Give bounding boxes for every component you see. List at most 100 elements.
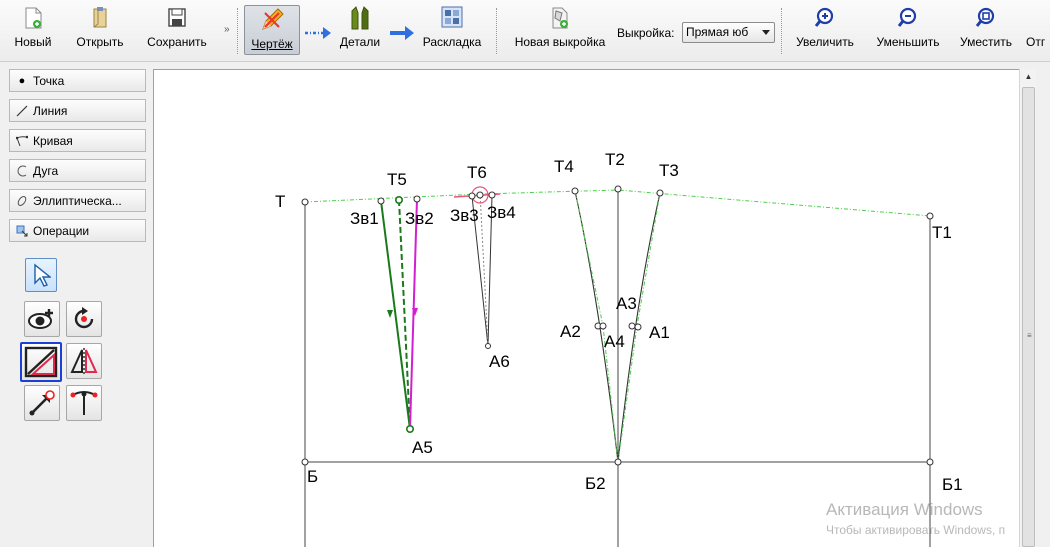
new-file-icon xyxy=(20,4,46,32)
seamly-app-window: Новый Открыть Сохранить » Чертёж Детали … xyxy=(0,0,1050,547)
zoom-out-button[interactable]: Уменьшить xyxy=(868,4,948,56)
point-T1[interactable] xyxy=(926,212,934,220)
point-A6[interactable] xyxy=(485,343,491,349)
union-tool[interactable] xyxy=(24,301,60,337)
windows-activation-watermark: Активация Windows Чтобы активировать Win… xyxy=(826,500,1005,537)
line-icon xyxy=(16,105,28,117)
details-mode-button[interactable]: Детали xyxy=(334,4,386,56)
flow-arrow-icon xyxy=(390,26,414,40)
curve-icon xyxy=(16,135,28,147)
pointer-tool[interactable] xyxy=(25,258,57,292)
layout-sheet-icon xyxy=(439,4,465,32)
label-Zv4: Зв4 xyxy=(487,203,516,222)
toolbar-overflow-chevron[interactable]: » xyxy=(224,24,230,35)
point-Zv1[interactable] xyxy=(377,197,385,205)
label-A1: А1 xyxy=(649,323,670,342)
point-Zv2[interactable] xyxy=(413,195,421,203)
new-pattern-button[interactable]: Новая выкройка xyxy=(508,4,612,56)
tool-group-line[interactable]: Линия xyxy=(9,99,146,122)
details-garment-icon xyxy=(347,4,373,32)
tool-group-label: Линия xyxy=(33,103,68,118)
mirror-axis-icon xyxy=(70,348,98,374)
zoom-out-label: Уменьшить xyxy=(876,35,940,49)
chevron-down-icon xyxy=(762,30,770,35)
tool-group-arc[interactable]: Дуга xyxy=(9,159,146,182)
open-folder-icon xyxy=(87,4,113,32)
draft-label: Чертёж xyxy=(251,37,293,51)
point-A1[interactable] xyxy=(634,323,642,331)
open-label: Открыть xyxy=(76,35,124,49)
new-button[interactable]: Новый xyxy=(4,4,62,56)
toolbar-icon xyxy=(1026,4,1050,32)
point-A3[interactable] xyxy=(628,322,636,330)
dart-leg-left xyxy=(380,200,411,430)
flow-arrow-icon xyxy=(305,27,331,39)
label-A4: А4 xyxy=(604,332,625,351)
flipping-by-axis-tool[interactable] xyxy=(66,343,102,379)
open-button[interactable]: Открыть xyxy=(66,4,134,56)
label-Zv2: Зв2 xyxy=(405,209,434,228)
zoom-in-icon xyxy=(812,4,838,32)
point-B1[interactable] xyxy=(926,458,934,466)
cut-button[interactable]: Отг xyxy=(1026,4,1050,56)
point-T[interactable] xyxy=(301,198,309,206)
tools-panel: ● Точка Линия Кривая Дуга Эллиптическа..… xyxy=(0,62,153,547)
move-tool[interactable] xyxy=(24,385,60,421)
drawing-canvas[interactable]: Т Т1 Т2 Т3 Т4 Т5 Т6 Зв1 Зв2 Зв3 Зв4 А1 А… xyxy=(153,69,1019,547)
zoom-in-button[interactable]: Увеличить xyxy=(789,4,861,56)
layout-label: Раскладка xyxy=(422,35,482,49)
pattern-select[interactable]: Прямая юб xyxy=(682,22,775,43)
scrollbar-thumb[interactable]: ≡ xyxy=(1022,87,1035,547)
zoom-out-icon xyxy=(895,4,921,32)
tool-group-label: Точка xyxy=(33,73,65,88)
save-label: Сохранить xyxy=(147,35,207,49)
point-A5[interactable] xyxy=(406,424,415,433)
point-B[interactable] xyxy=(301,458,309,466)
tool-group-operations[interactable]: Операции xyxy=(9,219,146,242)
zoom-fit-icon xyxy=(973,4,999,32)
point-B2[interactable] xyxy=(614,458,622,466)
cursor-arrow-icon xyxy=(34,263,51,287)
move-arrow-icon xyxy=(29,390,55,416)
rotation-tool[interactable] xyxy=(66,301,102,337)
point-Zv3[interactable] xyxy=(468,192,476,200)
tool-group-label: Дуга xyxy=(33,163,59,178)
label-T4: Т4 xyxy=(554,157,574,176)
main-toolbar: Новый Открыть Сохранить » Чертёж Детали … xyxy=(0,0,1050,62)
point-T4[interactable] xyxy=(571,187,579,195)
label-Zv3: Зв3 xyxy=(450,206,479,225)
point-T5[interactable] xyxy=(395,196,404,205)
point-T3[interactable] xyxy=(656,189,664,197)
true-darts-tool[interactable] xyxy=(66,385,102,421)
new-label: Новый xyxy=(14,35,52,49)
eye-plus-icon xyxy=(28,309,53,329)
mirror-line-icon xyxy=(24,346,58,378)
cut-label: Отг xyxy=(1026,35,1046,49)
tool-group-elliptic-arc[interactable]: Эллиптическа... xyxy=(9,189,146,212)
watermark-subtitle: Чтобы активировать Windows, п xyxy=(826,523,1006,537)
true-darts-icon xyxy=(70,391,98,415)
save-floppy-icon xyxy=(164,4,190,32)
tool-group-curve[interactable]: Кривая xyxy=(9,129,146,152)
details-label: Детали xyxy=(339,35,381,49)
save-button[interactable]: Сохранить xyxy=(140,4,214,56)
layout-mode-button[interactable]: Раскладка xyxy=(418,4,486,56)
vertical-scrollbar[interactable]: ▲ ≡ xyxy=(1019,69,1036,547)
point-Zv4[interactable] xyxy=(488,191,496,199)
flipping-by-line-tool[interactable] xyxy=(20,342,62,382)
watermark-title: Активация Windows xyxy=(826,500,983,519)
label-T: Т xyxy=(275,192,286,211)
pattern-select-label: Выкройка: xyxy=(617,26,675,40)
label-B1: Б1 xyxy=(942,475,963,494)
scroll-up-icon[interactable]: ▲ xyxy=(1020,69,1037,85)
point-T2[interactable] xyxy=(614,185,622,193)
draft-mode-button[interactable]: Чертёж xyxy=(244,5,300,55)
new-pattern-label: Новая выкройка xyxy=(514,35,606,49)
point-A4[interactable] xyxy=(599,322,607,330)
tool-group-point[interactable]: ● Точка xyxy=(9,69,146,92)
fit-label: Уместить xyxy=(960,35,1012,49)
point-T6[interactable] xyxy=(476,191,484,199)
toolbar-separator xyxy=(237,8,238,54)
fit-button[interactable]: Уместить xyxy=(953,4,1019,56)
arc-icon xyxy=(16,165,28,177)
